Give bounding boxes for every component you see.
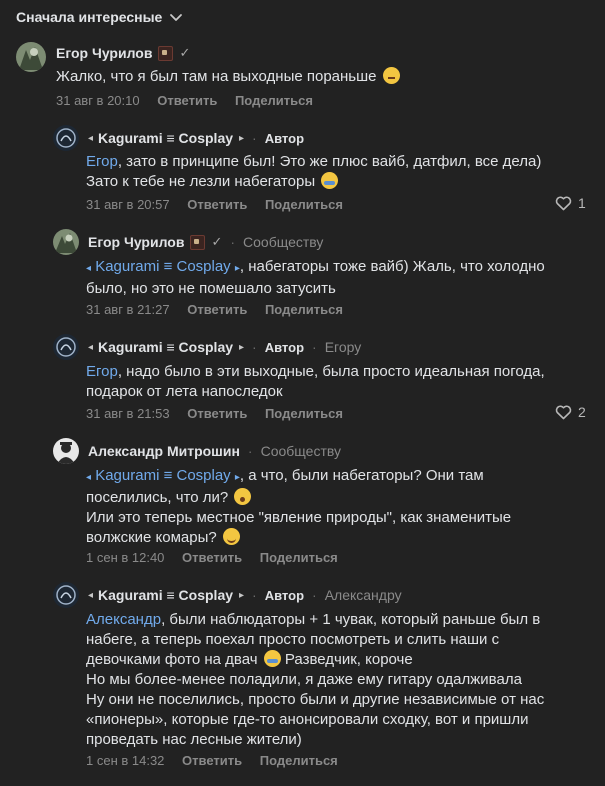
avatar[interactable] — [53, 438, 79, 464]
badge-icon — [158, 45, 174, 61]
sweat-smile-emoji-icon — [321, 172, 339, 189]
separator-dot: · — [312, 587, 317, 603]
reply-button[interactable]: Ответить — [157, 93, 217, 108]
reply-button[interactable]: Ответить — [187, 197, 247, 212]
author-name[interactable]: Александр Митрошин — [88, 443, 240, 459]
heart-icon — [555, 404, 572, 419]
sort-label: Сначала интересные — [16, 9, 163, 25]
mention-link[interactable]: Александр — [86, 611, 161, 628]
heart-icon — [555, 195, 572, 210]
timestamp[interactable]: 31 авг в 20:57 — [86, 197, 170, 212]
comment-meta: 1 сен в 12:40 Ответить Поделиться — [86, 550, 338, 565]
reply-target[interactable]: Егору — [325, 339, 362, 355]
surprised-emoji-icon — [234, 488, 252, 505]
left-triangle-icon: ◂ — [88, 132, 94, 144]
author-badge: Автор — [264, 130, 305, 146]
share-button[interactable]: Поделиться — [260, 753, 338, 768]
share-button[interactable]: Поделиться — [235, 93, 313, 108]
separator-dot: · — [312, 339, 317, 355]
mention-link[interactable]: ◂ Kagurami ≡ Cosplay ▸ — [86, 467, 240, 484]
reply-button[interactable]: Ответить — [182, 550, 242, 565]
separator-dot: · — [230, 234, 236, 250]
sort-dropdown[interactable]: Сначала интересные — [16, 9, 184, 25]
author-badge: Автор — [264, 339, 305, 355]
left-triangle-icon: ◂ — [88, 589, 94, 601]
separator-dot: · — [252, 339, 257, 355]
avatar[interactable] — [53, 229, 79, 255]
author-name[interactable]: Егор Чурилов — [88, 234, 184, 250]
comment-meta: 31 авг в 20:10 Ответить Поделиться — [56, 93, 313, 108]
author-name[interactable]: Егор Чурилов — [56, 45, 152, 61]
like-button[interactable]: 1 — [555, 195, 586, 211]
badge-icon — [190, 234, 206, 250]
comment-text: ◂ Kagurami ≡ Cosplay ▸, набегаторы тоже … — [86, 258, 545, 297]
separator-dot: · — [247, 443, 253, 459]
timestamp[interactable]: 31 авг в 21:27 — [86, 302, 170, 317]
comment-meta: 31 авг в 21:53 Ответить Поделиться — [86, 406, 343, 421]
sad-emoji-icon — [382, 67, 400, 84]
comment-meta: 1 сен в 14:32 Ответить Поделиться — [86, 753, 338, 768]
share-button[interactable]: Поделиться — [265, 406, 343, 421]
author-name[interactable]: Kagurami ≡ Cosplay — [98, 587, 233, 603]
like-count: 1 — [578, 195, 586, 211]
verified-check-icon: ✓ — [211, 234, 223, 249]
comment-text: Егор, надо было в эти выходные, была про… — [86, 363, 545, 400]
reply-button[interactable]: Ответить — [187, 302, 247, 317]
comment-text: Александр, были наблюдаторы + 1 чувак, к… — [86, 611, 545, 748]
comment-meta: 31 авг в 21:27 Ответить Поделиться — [86, 302, 343, 317]
verified-check-icon: ✓ — [179, 45, 191, 60]
avatar[interactable] — [53, 125, 79, 151]
smile-emoji-icon — [222, 528, 240, 545]
reply-target[interactable]: Сообществу — [243, 234, 323, 250]
avatar[interactable] — [16, 42, 46, 72]
right-triangle-icon: ▸ — [239, 341, 245, 353]
avatar[interactable] — [53, 334, 79, 360]
reply-target[interactable]: Александру — [325, 587, 402, 603]
author-name[interactable]: Kagurami ≡ Cosplay — [98, 339, 233, 355]
comment-text: Жалко, что я был там на выходные пораньш… — [56, 67, 400, 87]
chevron-down-icon — [170, 14, 183, 21]
comment-text: Егор, зато в принципе был! Это же плюс в… — [86, 153, 542, 190]
author-name[interactable]: Kagurami ≡ Cosplay — [98, 130, 233, 146]
timestamp[interactable]: 1 сен в 12:40 — [86, 550, 164, 565]
separator-dot: · — [252, 130, 257, 146]
share-button[interactable]: Поделиться — [265, 197, 343, 212]
right-triangle-icon: ▸ — [239, 132, 245, 144]
left-triangle-icon: ◂ — [88, 341, 94, 353]
mention-link[interactable]: Егор — [86, 153, 118, 170]
share-button[interactable]: Поделиться — [265, 302, 343, 317]
share-button[interactable]: Поделиться — [260, 550, 338, 565]
timestamp[interactable]: 31 авг в 21:53 — [86, 406, 170, 421]
separator-dot: · — [252, 587, 257, 603]
right-triangle-icon: ▸ — [239, 589, 245, 601]
comment-meta: 31 авг в 20:57 Ответить Поделиться — [86, 197, 343, 212]
avatar[interactable] — [53, 582, 79, 608]
reply-button[interactable]: Ответить — [182, 753, 242, 768]
sweat-smile-emoji-icon — [263, 650, 281, 667]
like-count: 2 — [578, 404, 586, 420]
timestamp[interactable]: 31 авг в 20:10 — [56, 93, 140, 108]
like-button[interactable]: 2 — [555, 404, 586, 420]
mention-link[interactable]: ◂ Kagurami ≡ Cosplay ▸ — [86, 258, 240, 275]
mention-link[interactable]: Егор — [86, 363, 118, 380]
reply-button[interactable]: Ответить — [187, 406, 247, 421]
timestamp[interactable]: 1 сен в 14:32 — [86, 753, 164, 768]
comment-text: ◂ Kagurami ≡ Cosplay ▸, а что, были набе… — [86, 467, 512, 546]
author-badge: Автор — [264, 587, 305, 603]
reply-target[interactable]: Сообществу — [261, 443, 341, 459]
